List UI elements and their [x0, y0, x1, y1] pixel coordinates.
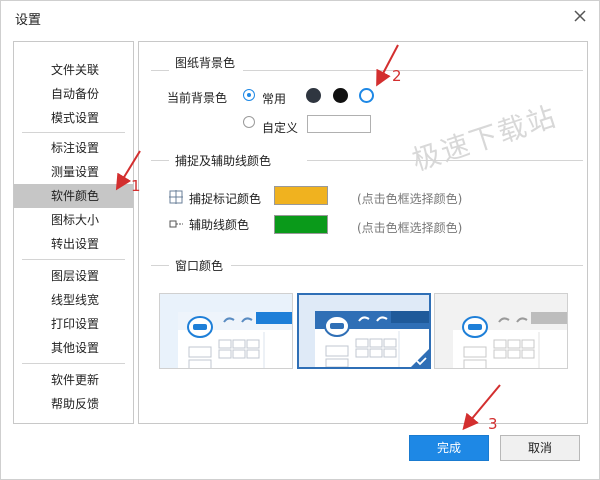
- dark-gray-swatch[interactable]: [306, 88, 321, 103]
- sidebar-item-label: 测量设置: [51, 165, 100, 179]
- sidebar-item-measure-settings[interactable]: 测量设置: [14, 160, 133, 184]
- settings-panel: 图纸背景色 当前背景色 常用 自定义 极速下载站 捕捉及辅助线颜色 捕捉标记颜色…: [138, 41, 588, 424]
- settings-dialog: 设置 文件关联 自动备份 模式设置 标注设置 测量设置 软件颜色 图标大小 转出…: [0, 0, 600, 480]
- sidebar-item-software-color[interactable]: 软件颜色: [14, 184, 133, 208]
- close-icon[interactable]: [571, 7, 589, 25]
- sidebar-item-print-settings[interactable]: 打印设置: [14, 312, 133, 336]
- custom-color-radio[interactable]: [243, 116, 255, 128]
- black-swatch[interactable]: [333, 88, 348, 103]
- sidebar-item-label: 图层设置: [51, 269, 100, 283]
- custom-color-box[interactable]: [307, 115, 371, 133]
- sidebar-item-help-feedback[interactable]: 帮助反馈: [14, 392, 133, 416]
- window-section-title: 窗口颜色: [175, 259, 224, 273]
- sidebar-item-software-update[interactable]: 软件更新: [14, 368, 133, 392]
- capture-mark-color-label: 捕捉标记颜色: [189, 192, 262, 206]
- current-bg-label: 当前背景色: [167, 91, 228, 105]
- sidebar-item-line-type-width[interactable]: 线型线宽: [14, 288, 133, 312]
- sidebar-item-auto-backup[interactable]: 自动备份: [14, 82, 133, 106]
- dialog-title: 设置: [15, 13, 42, 28]
- common-color-label: 常用: [262, 92, 287, 106]
- capture-mark-color-box[interactable]: [274, 186, 328, 205]
- sidebar-item-label: 软件颜色: [51, 189, 100, 203]
- sidebar-divider: [22, 132, 125, 133]
- section-divider: [151, 70, 169, 71]
- section-divider: [243, 70, 583, 71]
- annotation-number-2: 2: [392, 67, 402, 85]
- common-color-radio[interactable]: [243, 89, 255, 101]
- annotation-number-3: 3: [488, 415, 498, 433]
- section-divider: [151, 265, 169, 266]
- bg-section-title: 图纸背景色: [175, 56, 236, 70]
- sidebar-divider: [22, 363, 125, 364]
- sidebar-item-label: 自动备份: [51, 87, 100, 101]
- sidebar-item-annotation-settings[interactable]: 标注设置: [14, 136, 133, 160]
- watermark-text: 极速下载站: [408, 99, 561, 178]
- done-button[interactable]: 完成: [409, 435, 489, 461]
- sidebar-item-label: 图标大小: [51, 213, 100, 227]
- aux-line-hint: (点击色框选择颜色): [357, 221, 463, 235]
- aux-line-color-box[interactable]: [274, 215, 328, 234]
- theme-gray[interactable]: [434, 293, 568, 369]
- aux-line-color-label: 辅助线颜色: [189, 218, 250, 232]
- crosshair-icon: [169, 190, 183, 204]
- sidebar-item-mode-settings[interactable]: 模式设置: [14, 106, 133, 130]
- cancel-button[interactable]: 取消: [500, 435, 580, 461]
- sidebar-item-icon-size[interactable]: 图标大小: [14, 208, 133, 232]
- sidebar-item-layer-settings[interactable]: 图层设置: [14, 264, 133, 288]
- theme-light-blue[interactable]: [159, 293, 293, 369]
- sidebar-divider: [22, 259, 125, 260]
- sidebar-item-label: 软件更新: [51, 373, 100, 387]
- settings-sidebar: 文件关联 自动备份 模式设置 标注设置 测量设置 软件颜色 图标大小 转出设置 …: [13, 41, 134, 424]
- theme-blue[interactable]: [297, 293, 431, 369]
- capture-mark-hint: (点击色框选择颜色): [357, 192, 463, 206]
- sidebar-item-label: 文件关联: [51, 63, 100, 77]
- section-divider: [151, 160, 169, 161]
- annotation-number-1: 1: [131, 177, 141, 195]
- aux-line-icon: [169, 217, 183, 231]
- sidebar-item-label: 帮助反馈: [51, 397, 100, 411]
- sidebar-item-label: 线型线宽: [51, 293, 100, 307]
- white-swatch[interactable]: [359, 88, 374, 103]
- sidebar-item-label: 打印设置: [51, 317, 100, 331]
- sidebar-item-label: 其他设置: [51, 341, 100, 355]
- custom-color-label: 自定义: [262, 121, 299, 135]
- sidebar-item-label: 模式设置: [51, 111, 100, 125]
- sidebar-item-label: 转出设置: [51, 237, 100, 251]
- title-bar: 设置: [1, 1, 599, 31]
- section-divider: [231, 265, 583, 266]
- section-divider: [307, 160, 583, 161]
- capture-section-title: 捕捉及辅助线颜色: [175, 154, 272, 168]
- sidebar-item-export-settings[interactable]: 转出设置: [14, 232, 133, 256]
- sidebar-item-label: 标注设置: [51, 141, 100, 155]
- sidebar-item-other-settings[interactable]: 其他设置: [14, 336, 133, 360]
- sidebar-item-file-association[interactable]: 文件关联: [14, 58, 133, 82]
